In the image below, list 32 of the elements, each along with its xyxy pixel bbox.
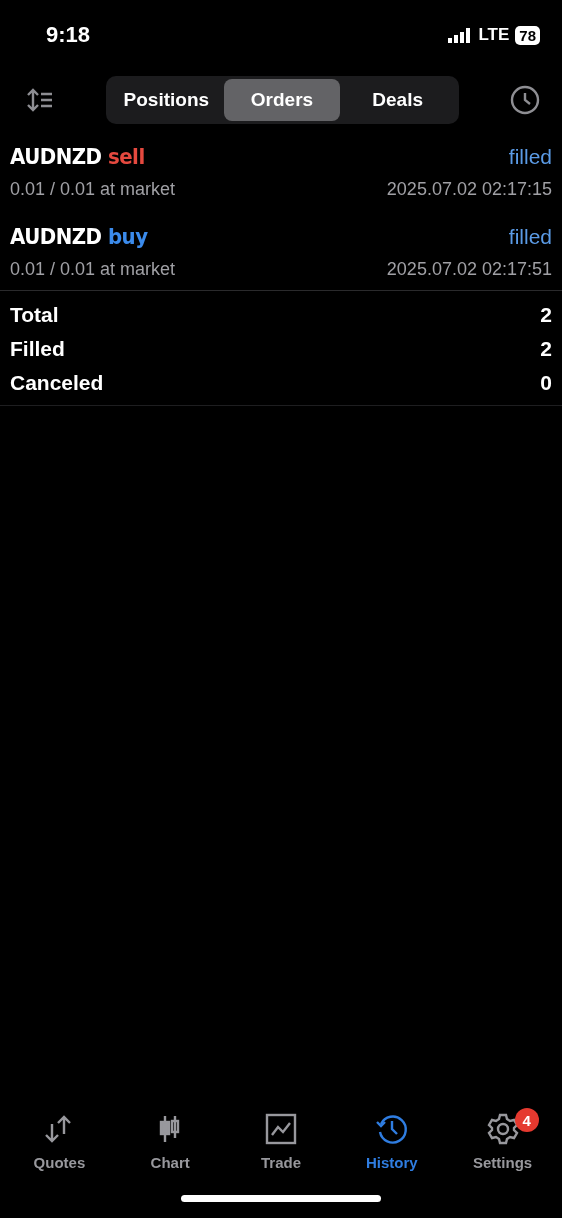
battery-level: 78 <box>515 25 540 45</box>
network-type: LTE <box>478 25 510 45</box>
order-status: filled <box>508 225 552 249</box>
summary-value: 2 <box>540 303 552 327</box>
summary-label: Canceled <box>10 371 104 395</box>
status-time: 9:18 <box>46 22 91 48</box>
order-symbol: AUDNZD buy <box>10 224 148 249</box>
order-status: filled <box>508 145 552 169</box>
summary-label: Filled <box>10 337 65 361</box>
order-symbol: AUDNZD sell <box>10 144 145 169</box>
order-volume: 0.01 / 0.01 at market <box>10 259 176 280</box>
sort-icon[interactable] <box>26 87 54 113</box>
settings-icon <box>485 1112 520 1146</box>
nav-tab[interactable]: Quotes <box>9 1096 110 1182</box>
order-time: 2025.07.02 02:17:51 <box>386 259 552 280</box>
order-time: 2025.07.02 02:17:15 <box>386 179 552 200</box>
summary-label: Total <box>10 303 59 327</box>
history-icon <box>374 1112 409 1146</box>
signal-icon <box>448 27 473 43</box>
summary-value: 2 <box>540 337 552 361</box>
nav-tab[interactable]: Trade <box>231 1096 331 1182</box>
summary-value: 0 <box>540 371 552 395</box>
tab[interactable]: Orders <box>224 79 340 121</box>
notification-badge: 4 <box>514 1108 539 1132</box>
tab[interactable]: Positions <box>108 79 225 121</box>
line-chart-icon <box>264 1112 298 1146</box>
clock-icon[interactable] <box>510 85 540 115</box>
nav-tab[interactable]: Settings 4 <box>452 1096 553 1182</box>
tab[interactable]: Deals <box>339 79 456 121</box>
nav-tab[interactable]: Chart <box>120 1096 221 1182</box>
nav-tab[interactable]: History <box>341 1096 442 1182</box>
order-volume: 0.01 / 0.01 at market <box>10 179 176 200</box>
